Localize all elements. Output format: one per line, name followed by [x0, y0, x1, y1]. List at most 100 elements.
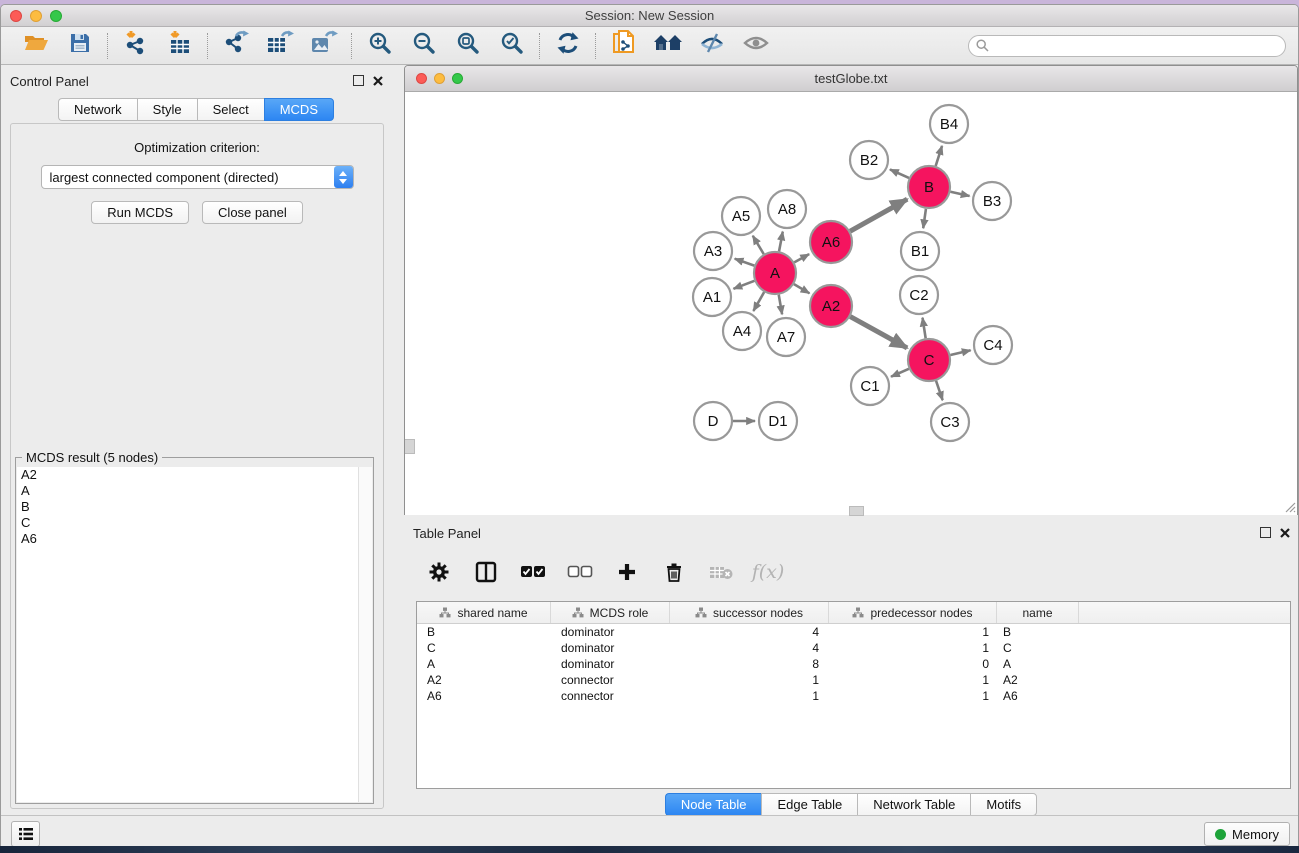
graph-edge-A6-B[interactable] [850, 199, 907, 231]
select-stepper-icon [334, 166, 353, 188]
table-panel-header: Table Panel [404, 523, 1298, 543]
create-column-button[interactable] [614, 559, 640, 585]
table-panel: Table Panel [404, 523, 1298, 815]
import-table-button[interactable] [165, 32, 195, 60]
memory-label: Memory [1232, 827, 1279, 842]
desktop-wallpaper-strip [0, 846, 1299, 853]
graph-edge-C-C3[interactable] [936, 381, 943, 400]
home-view-button[interactable] [653, 32, 683, 60]
tab-style[interactable]: Style [137, 98, 197, 121]
table-row[interactable]: C dominator 4 1 C [417, 640, 1290, 656]
mcds-result-box: MCDS result (5 nodes) A2 A B C A6 [15, 457, 374, 804]
column-header-predecessor-nodes[interactable]: predecessor nodes [829, 602, 997, 623]
open-session-button[interactable] [21, 32, 51, 60]
export-image-icon [310, 30, 338, 61]
mcds-result-item[interactable]: A [17, 483, 372, 499]
save-session-button[interactable] [65, 32, 95, 60]
network-graph[interactable]: AA1A2A3A4A5A6A7A8BB1B2B3B4CC1C2C3C4DD1 [405, 92, 1297, 515]
zoom-out-button[interactable] [409, 32, 439, 60]
float-panel-icon[interactable] [353, 75, 364, 86]
graph-edge-C-C1[interactable] [891, 369, 909, 377]
graph-edge-A-A2[interactable] [794, 284, 810, 293]
select-all-button[interactable] [520, 559, 546, 585]
graph-edge-A-A1[interactable] [733, 281, 754, 289]
table-row[interactable]: A6 connector 1 1 A6 [417, 688, 1290, 704]
export-network-button[interactable] [221, 32, 251, 60]
graph-edge-A-A4[interactable] [753, 292, 764, 311]
tab-motifs[interactable]: Motifs [970, 793, 1037, 816]
table-rows: B dominator 4 1 B C dominator 4 1 C [417, 624, 1290, 704]
graph-edge-A-A3[interactable] [735, 259, 755, 266]
column-header-shared-name[interactable]: shared name [417, 602, 551, 623]
graph-edge-B-B1[interactable] [923, 209, 926, 228]
mcds-result-list[interactable]: A2 A B C A6 [17, 467, 372, 802]
table-toolbar: f(x) [406, 547, 1296, 597]
graph-node-label-D: D [708, 413, 719, 430]
graph-edge-C-C2[interactable] [922, 318, 925, 339]
column-header-mcds-role[interactable]: MCDS role [551, 602, 670, 623]
tab-select[interactable]: Select [197, 98, 264, 121]
mcds-result-item[interactable]: A2 [17, 467, 372, 483]
close-panel-icon[interactable] [373, 76, 383, 86]
tab-edge-table[interactable]: Edge Table [761, 793, 857, 816]
table-settings-button[interactable] [426, 559, 452, 585]
vertical-scrollbar-thumb[interactable] [405, 439, 415, 454]
mcds-result-item[interactable]: B [17, 499, 372, 515]
graph-edge-B-B2[interactable] [890, 169, 909, 178]
table-row[interactable]: A2 connector 1 1 A2 [417, 672, 1290, 688]
show-graphics-details-button[interactable] [741, 32, 771, 60]
zoom-fit-button[interactable] [453, 32, 483, 60]
export-image-button[interactable] [309, 32, 339, 60]
graph-node-label-B4: B4 [940, 116, 958, 133]
memory-status-icon [1215, 829, 1226, 840]
refresh-button[interactable] [553, 32, 583, 60]
zoom-selected-button[interactable] [497, 32, 527, 60]
new-network-from-file-button[interactable] [609, 32, 639, 60]
search-input[interactable] [968, 35, 1286, 57]
memory-button[interactable]: Memory [1204, 822, 1290, 846]
graph-edge-A-A6[interactable] [794, 254, 809, 262]
close-panel-button[interactable]: Close panel [202, 201, 303, 224]
graph-edge-A2-C[interactable] [850, 317, 907, 348]
result-scrollbar[interactable] [358, 467, 372, 802]
tab-mcds[interactable]: MCDS [264, 98, 334, 121]
control-panel-title: Control Panel [10, 74, 89, 89]
export-table-button[interactable] [265, 32, 295, 60]
import-network-button[interactable] [121, 32, 151, 60]
network-canvas[interactable]: AA1A2A3A4A5A6A7A8BB1B2B3B4CC1C2C3C4DD1 [405, 92, 1297, 515]
graph-edge-A-A7[interactable] [779, 295, 782, 315]
tab-network-table[interactable]: Network Table [857, 793, 970, 816]
show-task-history-button[interactable] [11, 821, 40, 847]
zoom-in-icon [368, 31, 392, 60]
close-panel-icon[interactable] [1280, 528, 1290, 538]
hide-graphics-details-button[interactable] [697, 32, 727, 60]
optimization-criterion-select[interactable]: largest connected component (directed) [41, 165, 354, 189]
delete-column-button[interactable] [661, 559, 687, 585]
graph-edge-B-B3[interactable] [950, 192, 969, 196]
tab-network[interactable]: Network [58, 98, 137, 121]
show-column-panel-button[interactable] [473, 559, 499, 585]
tab-node-table[interactable]: Node Table [665, 793, 762, 816]
graph-node-label-C4: C4 [983, 337, 1002, 354]
mcds-result-title: MCDS result (5 nodes) [22, 450, 162, 465]
table-row[interactable]: A dominator 8 0 A [417, 656, 1290, 672]
deselect-all-button[interactable] [567, 559, 593, 585]
column-header-successor-nodes[interactable]: successor nodes [670, 602, 829, 623]
run-mcds-button[interactable]: Run MCDS [91, 201, 189, 224]
graph-edge-B-B4[interactable] [936, 146, 942, 166]
delete-table-icon [709, 564, 733, 580]
column-header-name[interactable]: name [997, 602, 1079, 623]
control-panel: Control Panel Network Style Select MCDS … [1, 71, 391, 811]
graph-edge-A-A5[interactable] [753, 236, 764, 254]
table-header-row: shared name MCDS role successor nodes [417, 602, 1290, 624]
mcds-result-item[interactable]: C [17, 515, 372, 531]
control-panel-tabs: Network Style Select MCDS [1, 98, 391, 121]
graph-edge-C-C4[interactable] [950, 350, 970, 355]
float-panel-icon[interactable] [1260, 527, 1271, 538]
horizontal-scrollbar-thumb[interactable] [849, 506, 864, 516]
resize-grip-icon[interactable] [1282, 499, 1296, 513]
graph-edge-A-A8[interactable] [779, 232, 783, 252]
table-row[interactable]: B dominator 4 1 B [417, 624, 1290, 640]
mcds-result-item[interactable]: A6 [17, 531, 372, 547]
zoom-in-button[interactable] [365, 32, 395, 60]
